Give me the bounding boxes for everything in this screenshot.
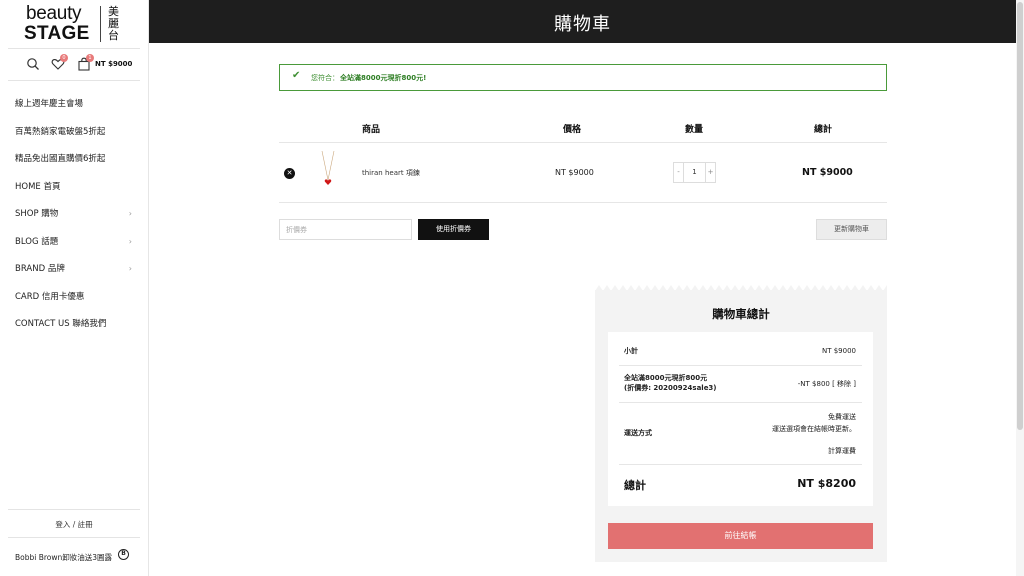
update-cart-button[interactable]: 更新購物車 — [816, 219, 887, 240]
wishlist-heart-icon[interactable]: 0 — [51, 54, 68, 74]
shipping-label: 運送方式 — [624, 429, 652, 437]
menu-item-label: 百萬熱銷家電破盤5折起 — [15, 126, 106, 137]
promo-banner-text[interactable]: Bobbi Brown卸妝油送3圓露 — [15, 552, 112, 563]
chevron-right-icon: › — [128, 264, 132, 273]
menu-item-label: HOME 首頁 — [15, 181, 61, 192]
menu-item-blog[interactable]: BLOG 話題 › — [0, 232, 148, 260]
coupon-notice: ✔ 您符合： 全站滿8000元現折800元! — [279, 64, 887, 91]
order-total-value: NT $8200 — [797, 477, 856, 490]
proceed-to-checkout-button[interactable]: 前往結帳 — [608, 523, 873, 549]
menu-item-label: BLOG 話題 — [15, 236, 59, 247]
divider — [8, 509, 140, 510]
totals-divider — [619, 464, 862, 465]
menu-item-anniversary[interactable]: 線上週年慶主會場 — [0, 94, 148, 122]
menu-item-label: 精品免出國直購價6折起 — [15, 154, 106, 164]
menu-item-label: BRAND 品牌 — [15, 264, 65, 274]
logo-text-cjk: 美麗台 — [108, 5, 119, 42]
divider — [8, 537, 140, 538]
column-header-quantity: 數量 — [685, 125, 704, 135]
sidebar: beauty STAGE 美麗台 0 1 NT $9000 線上週年慶主會場 百… — [0, 0, 149, 576]
wishlist-count-badge: 0 — [60, 54, 68, 62]
zigzag-edge — [595, 285, 887, 291]
cart-total-amount[interactable]: NT $9000 — [95, 60, 132, 68]
order-total-label: 總計 — [624, 479, 646, 492]
page-title: 購物車 — [554, 14, 611, 35]
notice-prefix: 您符合： — [311, 74, 339, 82]
menu-item-home[interactable]: HOME 首頁 — [0, 177, 148, 205]
promo-b-icon[interactable]: B — [118, 549, 129, 560]
table-divider — [279, 202, 887, 203]
subtotal-value: NT $9000 — [821, 347, 856, 355]
table-divider — [279, 142, 887, 143]
apply-coupon-button[interactable]: 使用折價券 — [418, 219, 489, 240]
scrollbar-thumb[interactable] — [1017, 2, 1023, 430]
sidebar-tools: 0 1 NT $9000 — [0, 54, 148, 76]
chevron-right-icon: › — [128, 209, 132, 218]
product-name-link[interactable]: thiran heart 項鍊 — [362, 168, 420, 178]
page-header: 購物車 — [149, 0, 1016, 43]
product-thumbnail[interactable] — [318, 150, 338, 190]
site-logo[interactable]: beauty STAGE 美麗台 — [24, 3, 128, 45]
totals-divider — [619, 365, 862, 366]
discount-label-line1: 全站滿8000元現折800元 — [624, 374, 708, 382]
check-icon: ✔ — [292, 70, 301, 81]
totals-divider — [619, 402, 862, 403]
quantity-increase-button[interactable]: + — [705, 163, 715, 182]
cart-totals-heading: 購物車總計 — [712, 307, 770, 321]
shipping-free-option: 免費運送 — [828, 413, 856, 421]
cart-totals-panel: 購物車總計 小計 NT $9000 全站滿8000元現折800元 (折價券: 2… — [595, 285, 887, 562]
search-icon[interactable] — [26, 56, 42, 74]
sidebar-menu: 線上週年慶主會場 百萬熱銷家電破盤5折起 精品免出國直購價6折起 HOME 首頁… — [0, 94, 148, 342]
logo-text-line1: beauty — [26, 3, 82, 24]
menu-item-label: 線上週年慶主會場 — [15, 99, 84, 109]
remove-item-icon[interactable]: ✕ — [284, 168, 295, 179]
cart-bag-icon[interactable]: 1 — [77, 54, 94, 74]
item-total: NT $9000 — [802, 167, 853, 178]
menu-item-contact[interactable]: CONTACT US 聯絡我們 — [0, 314, 148, 342]
discount-value-remove-link[interactable]: -NT $800 [ 移除 ] — [798, 379, 856, 389]
menu-item-appliances[interactable]: 百萬熱銷家電破盤5折起 — [0, 122, 148, 150]
item-price: NT $9000 — [555, 168, 594, 177]
cart-count-badge: 1 — [86, 54, 94, 62]
discount-label-line2: (折價券: 20200924sale3) — [624, 384, 717, 392]
divider — [8, 48, 140, 49]
totals-table: 小計 NT $9000 全站滿8000元現折800元 (折價券: 2020092… — [608, 332, 873, 506]
quantity-decrease-button[interactable]: - — [674, 163, 684, 182]
scrollbar[interactable] — [1016, 0, 1024, 576]
menu-item-label: SHOP 購物 — [15, 209, 59, 219]
menu-item-card[interactable]: CARD 信用卡優惠 — [0, 287, 148, 315]
quantity-stepper[interactable]: - 1 + — [673, 162, 716, 183]
menu-item-brand[interactable]: BRAND 品牌 › — [0, 259, 148, 287]
subtotal-label: 小計 — [624, 347, 638, 355]
menu-item-label: CONTACT US 聯絡我們 — [15, 319, 107, 329]
column-header-total: 總計 — [814, 125, 833, 135]
column-header-price: 價格 — [563, 125, 582, 135]
notice-message: 全站滿8000元現折800元! — [340, 74, 427, 82]
chevron-right-icon: › — [128, 236, 132, 246]
column-header-product: 商品 — [362, 125, 381, 135]
coupon-code-input[interactable] — [279, 219, 412, 240]
menu-item-shop[interactable]: SHOP 購物 › — [0, 204, 148, 232]
logo-text-line2: STAGE — [24, 23, 90, 44]
logo-divider — [100, 6, 101, 42]
shipping-note: 運送選項會在結帳時更新。 — [772, 425, 856, 433]
divider — [8, 80, 140, 81]
menu-item-label: CARD 信用卡優惠 — [15, 291, 85, 302]
menu-item-luxury[interactable]: 精品免出國直購價6折起 — [0, 149, 148, 177]
login-register-link[interactable]: 登入 / 註冊 — [0, 519, 148, 530]
quantity-input[interactable]: 1 — [684, 163, 705, 182]
calculate-shipping-link[interactable]: 計算運費 — [828, 446, 856, 456]
